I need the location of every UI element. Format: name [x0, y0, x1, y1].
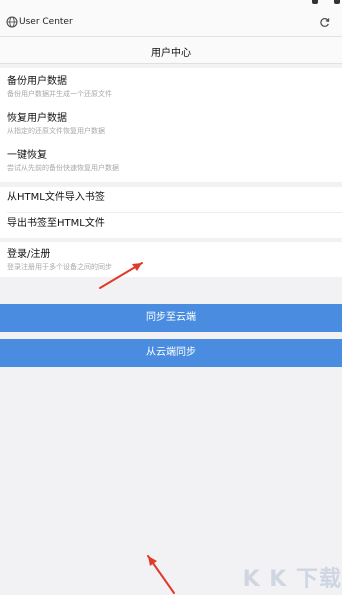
reload-icon[interactable]: [319, 17, 330, 28]
globe-icon: [6, 16, 18, 28]
browser-url-bar[interactable]: User Center: [0, 10, 342, 37]
login-register-item[interactable]: 登录/注册 登录注册用于多个设备之间的同步: [7, 248, 342, 272]
import-bookmarks-item[interactable]: 从HTML文件导入书签: [7, 191, 342, 204]
battery-icon: [334, 0, 340, 4]
page-title: 用户中心: [151, 48, 191, 59]
signal-icon: [312, 0, 318, 4]
export-bookmarks-item[interactable]: 导出书签至HTML文件: [7, 217, 342, 230]
restore-user-data-item[interactable]: 恢复用户数据 从指定的还原文件恢复用户数据: [7, 112, 342, 136]
item-title: 从HTML文件导入书签: [7, 192, 105, 203]
account-group: 登录/注册 登录注册用于多个设备之间的同步: [0, 242, 342, 277]
item-subtitle: 从指定的还原文件恢复用户数据: [7, 127, 105, 135]
item-subtitle: 尝试从先前的备份快速恢复用户数据: [7, 164, 119, 172]
one-click-restore-item[interactable]: 一键恢复 尝试从先前的备份快速恢复用户数据: [7, 149, 342, 173]
watermark: K K 下载: [242, 567, 342, 592]
sync-to-cloud-button[interactable]: 同步至云端: [0, 304, 342, 332]
item-subtitle: 登录注册用于多个设备之间的同步: [7, 263, 112, 271]
item-title: 备份用户数据: [7, 76, 67, 87]
item-title: 一键恢复: [7, 150, 47, 161]
item-title: 导出书签至HTML文件: [7, 218, 105, 229]
backup-group: 备份用户数据 备份用户数据并生成一个还原文件 恢复用户数据 从指定的还原文件恢复…: [0, 68, 342, 182]
bookmark-group: 从HTML文件导入书签 导出书签至HTML文件: [0, 187, 342, 238]
sync-from-cloud-button[interactable]: 从云端同步: [0, 339, 342, 367]
url-text[interactable]: User Center: [19, 15, 73, 29]
backup-user-data-item[interactable]: 备份用户数据 备份用户数据并生成一个还原文件: [7, 75, 342, 99]
annotation-arrow-icon: [147, 555, 175, 594]
item-title: 恢复用户数据: [7, 113, 67, 124]
status-bar: [0, 0, 342, 10]
navigation-bar: 用户中心: [0, 37, 342, 64]
annotation-arrow-icon: [99, 262, 143, 289]
divider: [7, 212, 342, 213]
item-subtitle: 备份用户数据并生成一个还原文件: [7, 90, 112, 98]
item-title: 登录/注册: [7, 249, 51, 260]
